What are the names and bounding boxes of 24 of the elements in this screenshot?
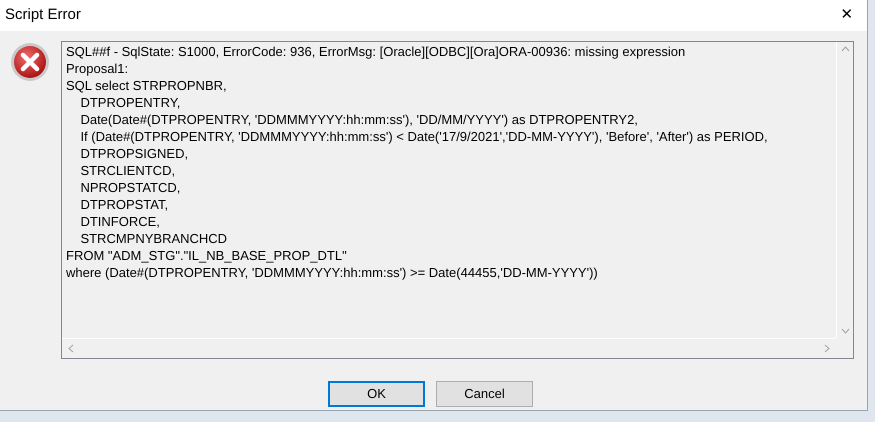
message-line: FROM "ADM_STG"."IL_NB_BASE_PROP_DTL" (66, 247, 348, 264)
message-box[interactable] (61, 41, 854, 359)
scroll-down-icon[interactable] (840, 328, 850, 334)
message-line: NPROPSTATCD, (79, 179, 182, 196)
scroll-up-icon[interactable] (840, 46, 850, 52)
message-line: Date(Date#(DTPROPENTRY, 'DDMMMYYYY:hh:mm:ss'), 'DD/MM/YYYY') as DTPROPENTRY2, (79, 111, 639, 128)
message-line: DTPROPENTRY, (79, 94, 182, 111)
message-line: DTINFORCE, (79, 213, 161, 230)
message-line: DTPROPSIGNED, (79, 145, 190, 162)
message-line: Proposal1: (66, 60, 130, 77)
message-line: DTPROPSTAT, (79, 196, 170, 213)
close-button[interactable]: ✕ (827, 2, 867, 30)
message-line: If (Date#(DTPROPENTRY, 'DDMMMYYYY:hh:mm:ss') < Date('17/9/2021','DD-MM-YYYY'), 'Before', 'After') as PERIOD, (79, 128, 769, 145)
scroll-right-icon[interactable] (824, 344, 830, 353)
scroll-left-icon[interactable] (68, 344, 74, 353)
message-line: SQL##f - SqlState: S1000, ErrorCode: 936, ErrorMsg: [Oracle][ODBC][Ora]ORA-00936: missing expression (66, 43, 686, 60)
dialog-button[interactable]: OK (328, 381, 425, 407)
message-line: STRCMPNYBRANCHCD (79, 230, 228, 247)
message-line: where (Date#(DTPROPENTRY, 'DDMMMYYYY:hh:mm:ss') >= Date(44455,'DD-MM-YYYY')) (66, 264, 599, 281)
message-line: SQL select STRPROPNBR, (66, 77, 228, 94)
message-line: STRCLIENTCD, (79, 162, 176, 179)
error-icon (10, 42, 50, 82)
dialog-button[interactable]: Cancel (436, 381, 533, 407)
window-title: Script Error (5, 5, 81, 26)
